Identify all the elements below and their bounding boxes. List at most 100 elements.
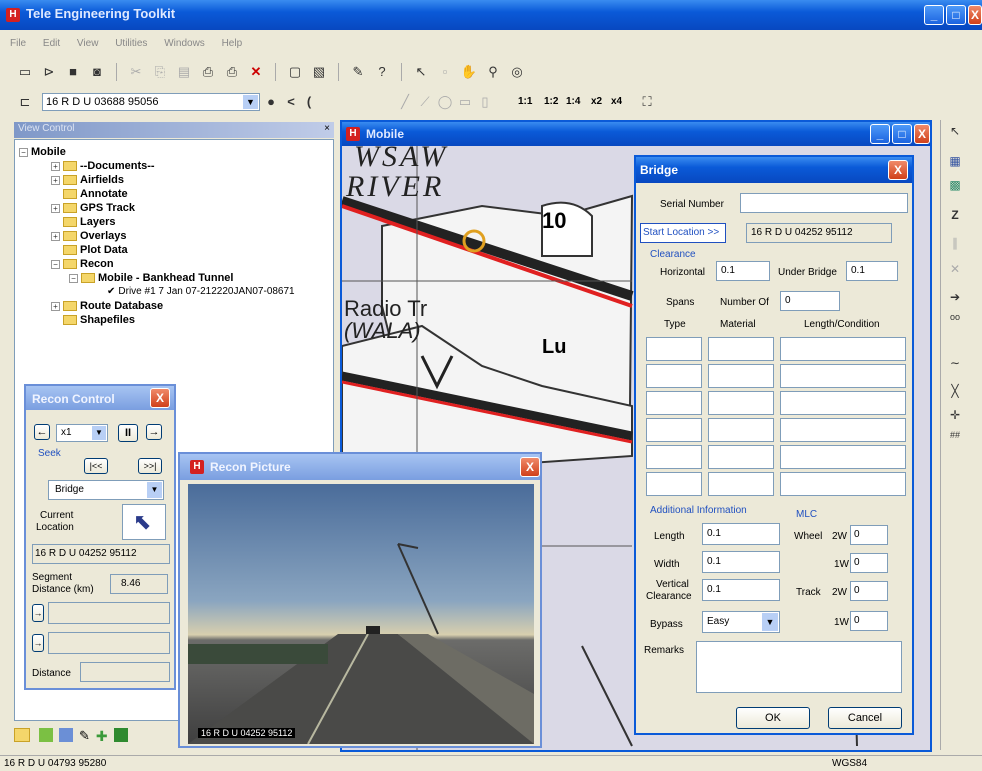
- expand-icon[interactable]: +: [51, 231, 60, 241]
- bridge-close-button[interactable]: X: [888, 160, 908, 180]
- plus-tool-icon[interactable]: ✛: [946, 408, 964, 428]
- bypass-select[interactable]: Easy ▼: [702, 611, 780, 633]
- dim-tool-icon[interactable]: ▫: [436, 63, 454, 81]
- z-tool-icon[interactable]: Z: [946, 208, 964, 228]
- poly-tool-icon[interactable]: ⟋: [416, 93, 434, 111]
- text-tool-icon[interactable]: ▭: [456, 93, 474, 111]
- x-tool-icon[interactable]: ╳: [946, 384, 964, 404]
- location-combo[interactable]: 16 R D U 03688 95056 ▼: [42, 93, 260, 111]
- tree-item-layers[interactable]: Layers: [63, 216, 115, 228]
- tree-item-shapefiles[interactable]: Shapefiles: [63, 314, 135, 326]
- panel-close-icon[interactable]: ×: [324, 123, 330, 134]
- step-forward-button[interactable]: →: [146, 424, 162, 440]
- collapse-icon[interactable]: −: [19, 147, 28, 157]
- span-cell[interactable]: [646, 418, 702, 442]
- wave-tool-icon[interactable]: ∼: [946, 356, 964, 376]
- span-cell[interactable]: [708, 391, 774, 415]
- expand-icon[interactable]: +: [51, 175, 60, 185]
- map-minimize-button[interactable]: _: [870, 124, 890, 144]
- tree-item-plot-data[interactable]: Plot Data: [63, 244, 128, 256]
- paste-icon[interactable]: ▤: [175, 63, 193, 81]
- seek-forward-button[interactable]: >>|: [138, 458, 162, 474]
- span-cell[interactable]: [646, 472, 702, 496]
- span-cell[interactable]: [646, 337, 702, 361]
- ok-button[interactable]: OK: [736, 707, 810, 729]
- cross-tool-icon[interactable]: ✕: [946, 262, 964, 282]
- delete-icon[interactable]: ✕: [247, 63, 265, 81]
- horizontal-input[interactable]: 0.1: [716, 261, 770, 281]
- span-cell[interactable]: [708, 337, 774, 361]
- oo-tool-icon[interactable]: oo: [946, 312, 964, 332]
- chevron-down-icon[interactable]: ▼: [762, 613, 778, 631]
- cancel-button[interactable]: Cancel: [828, 707, 902, 729]
- document-tool-icon[interactable]: ▦: [946, 154, 964, 174]
- expand-icon[interactable]: +: [51, 203, 60, 213]
- chevron-down-icon[interactable]: ▼: [92, 426, 106, 440]
- span-cell[interactable]: [646, 445, 702, 469]
- recon-control-close-button[interactable]: X: [150, 388, 170, 408]
- zoom-1-2-button[interactable]: 1:2: [544, 96, 558, 107]
- terrain-tool-icon[interactable]: ▩: [946, 178, 964, 198]
- expand-icon[interactable]: +: [51, 301, 60, 311]
- help-icon[interactable]: ?: [373, 63, 391, 81]
- span-cell[interactable]: [708, 418, 774, 442]
- span-cell[interactable]: [780, 418, 906, 442]
- length-input[interactable]: 0.1: [702, 523, 780, 545]
- recon-picture-close-button[interactable]: X: [520, 457, 540, 477]
- zoom-x2-button[interactable]: x2: [591, 96, 602, 107]
- crosshair-tab-icon[interactable]: ✚: [96, 728, 108, 745]
- seek-back-button[interactable]: |<<: [84, 458, 108, 474]
- span-cell[interactable]: [646, 391, 702, 415]
- wheel-1w-input[interactable]: 0: [850, 553, 888, 573]
- cut-icon[interactable]: ✂: [127, 63, 145, 81]
- tree-item-gps-track[interactable]: + GPS Track: [51, 202, 135, 214]
- tree-item-documents[interactable]: + --Documents--: [51, 160, 155, 172]
- map-icon[interactable]: ▧: [310, 63, 328, 81]
- map-close-button[interactable]: X: [914, 124, 930, 144]
- span-cell[interactable]: [708, 472, 774, 496]
- span-cell[interactable]: [780, 364, 906, 388]
- folder-tab-icon[interactable]: [14, 728, 30, 742]
- checkbox-checked-icon[interactable]: ✔: [107, 286, 115, 297]
- zoom-1-1-button[interactable]: 1:1: [518, 96, 532, 107]
- zoom-x4-button[interactable]: x4: [611, 96, 622, 107]
- new-icon[interactable]: ▭: [16, 63, 34, 81]
- copy-icon[interactable]: ⎘: [151, 63, 169, 81]
- span-cell[interactable]: [646, 364, 702, 388]
- menu-windows[interactable]: Windows: [164, 38, 205, 49]
- span-cell[interactable]: [780, 445, 906, 469]
- chevron-down-icon[interactable]: ▼: [147, 482, 162, 498]
- spans-grid[interactable]: [646, 337, 908, 499]
- zoom-1-4-button[interactable]: 1:4: [566, 96, 580, 107]
- span-cell[interactable]: [708, 364, 774, 388]
- print-setup-icon[interactable]: ◙: [88, 63, 106, 81]
- tree-item-drive-1[interactable]: ✔ Drive #1 7 Jan 07-212220JAN07-08671: [107, 286, 295, 297]
- tree-item-route-database[interactable]: + Route Database: [51, 300, 163, 312]
- line-tool-icon[interactable]: ╱: [396, 93, 414, 111]
- save-icon[interactable]: ■: [64, 63, 82, 81]
- pointer-tool-icon[interactable]: ↖: [946, 124, 964, 144]
- open-icon[interactable]: ⊳: [40, 63, 58, 81]
- tree-item-bankhead-tunnel[interactable]: − Mobile - Bankhead Tunnel: [69, 272, 233, 284]
- vertical-clearance-input[interactable]: 0.1: [702, 579, 780, 601]
- wheel-2w-input[interactable]: 0: [850, 525, 888, 545]
- under-bridge-input[interactable]: 0.1: [846, 261, 898, 281]
- ellipse-tool-icon[interactable]: ◯: [436, 93, 454, 111]
- angle-icon[interactable]: <: [282, 93, 300, 111]
- prev-point-button[interactable]: →: [32, 604, 44, 622]
- hash-tool-icon[interactable]: ##: [946, 430, 964, 450]
- tree-item-mobile[interactable]: − Mobile: [19, 146, 66, 158]
- locate-icon[interactable]: ⊏: [16, 93, 34, 111]
- seek-type-select[interactable]: Bridge ▼: [48, 480, 164, 500]
- tree-item-overlays[interactable]: + Overlays: [51, 230, 126, 242]
- expand-icon[interactable]: +: [51, 161, 60, 171]
- menu-utilities[interactable]: Utilities: [115, 38, 147, 49]
- width-input[interactable]: 0.1: [702, 551, 780, 573]
- list-tab-icon[interactable]: [59, 728, 73, 742]
- chevron-down-icon[interactable]: ▼: [243, 95, 258, 109]
- layers-tab-icon[interactable]: [113, 728, 128, 742]
- speed-select[interactable]: x1 ▼: [56, 424, 108, 442]
- rect-tool-icon[interactable]: ▯: [476, 93, 494, 111]
- menu-file[interactable]: File: [10, 38, 26, 49]
- collapse-icon[interactable]: −: [69, 273, 78, 283]
